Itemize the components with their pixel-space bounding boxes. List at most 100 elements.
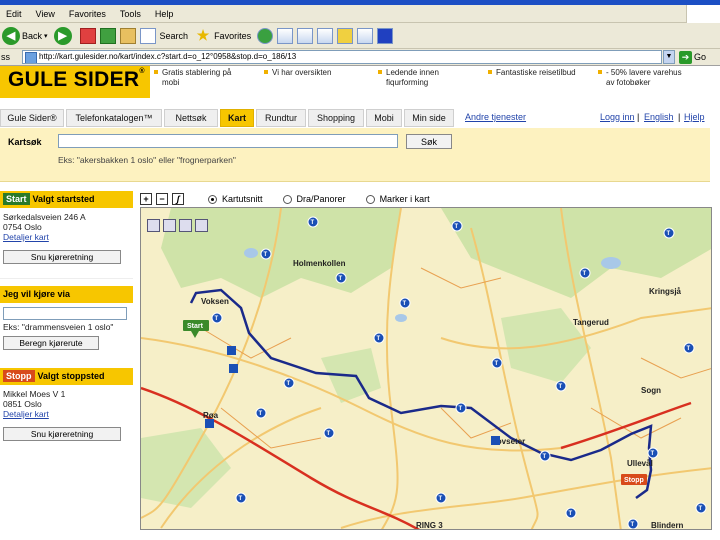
- metro-station-icon: T: [451, 220, 463, 232]
- nav-separator: |: [637, 112, 640, 122]
- menu-edit[interactable]: Edit: [6, 9, 22, 19]
- mail-icon[interactable]: [277, 27, 294, 44]
- menu-tools[interactable]: Tools: [120, 9, 141, 19]
- svg-text:T: T: [495, 361, 499, 367]
- tab-shopping[interactable]: Shopping: [308, 109, 364, 127]
- address-dropdown-icon[interactable]: ▼: [663, 50, 675, 64]
- svg-text:T: T: [239, 496, 243, 502]
- messenger-icon[interactable]: [357, 27, 374, 44]
- map-toolbar: [147, 219, 211, 232]
- place-roa: Røa: [203, 411, 219, 420]
- svg-text:T: T: [287, 381, 291, 387]
- discuss-icon[interactable]: [337, 27, 354, 44]
- place-sogn: Sogn: [641, 386, 661, 395]
- stop-details-link[interactable]: Detaljer kart: [3, 409, 130, 419]
- via-input[interactable]: [3, 307, 127, 320]
- back-arrow-icon: ◀: [2, 26, 20, 45]
- history-icon[interactable]: [257, 27, 274, 44]
- metro-station-icon: T: [565, 507, 577, 519]
- search-button[interactable]: Søk: [406, 134, 452, 149]
- zoom-in-button[interactable]: +: [140, 193, 152, 205]
- route-map[interactable]: RING 3 Holmenkollen Tangerud Kringsjå So…: [140, 207, 712, 530]
- stop-pin[interactable]: Stopp: [621, 474, 647, 485]
- menu-favorites[interactable]: Favorites: [69, 9, 106, 19]
- promo-4[interactable]: Fantastiske reisetilbud: [488, 68, 576, 78]
- english-link[interactable]: English: [644, 112, 674, 122]
- metro-station-icon: T: [579, 267, 591, 279]
- help-link[interactable]: Hjelp: [684, 112, 705, 122]
- refresh-icon[interactable]: [99, 27, 116, 44]
- building-icon: [229, 364, 238, 373]
- promo-1[interactable]: Gratis stablering på mobi: [153, 68, 231, 88]
- stop-reverse-button[interactable]: Snu kjøreretning: [3, 427, 121, 441]
- favorites-button[interactable]: ★ Favorites: [194, 27, 251, 45]
- menu-help[interactable]: Help: [155, 9, 174, 19]
- start-panel: Start Valgt startsted Sørkedalsveien 246 …: [0, 191, 133, 279]
- go-arrow-icon: ➔: [679, 50, 692, 64]
- svg-text:T: T: [259, 411, 263, 417]
- metro-station-icon: T: [373, 332, 385, 344]
- tab-rundtur[interactable]: Rundtur: [256, 109, 306, 127]
- login-link[interactable]: Logg inn: [600, 112, 635, 122]
- start-badge: Start: [3, 193, 30, 205]
- radio-marker-i-kart[interactable]: [365, 194, 375, 204]
- svg-text:Stopp: Stopp: [624, 477, 644, 484]
- promo-3[interactable]: Ledende innen fiqurforming: [378, 68, 439, 88]
- promo-2[interactable]: Vi har oversikten: [263, 68, 331, 78]
- radio-dra-panorer[interactable]: [282, 194, 292, 204]
- main-nav: Gule Sider® Telefonkatalogen™ Nettsøk Ka…: [0, 109, 720, 129]
- forward-arrow-icon: ▶: [53, 26, 72, 45]
- tab-telefonkatalogen[interactable]: Telefonkatalogen™: [66, 109, 162, 127]
- metro-station-icon: T: [255, 407, 267, 419]
- stop-address: Mikkel Moes V 1 0851 Oslo Detaljer kart: [0, 385, 133, 423]
- search-icon: [139, 27, 156, 44]
- metro-station-icon: T: [627, 518, 639, 529]
- start-address: Sørkedalsveien 246 A 0754 Oslo Detaljer …: [0, 208, 133, 246]
- edit-icon[interactable]: [317, 27, 334, 44]
- copy-icon[interactable]: [195, 219, 208, 232]
- forward-button[interactable]: ▶: [53, 26, 74, 45]
- back-button[interactable]: ◀ Back ▾: [2, 26, 48, 45]
- lake: [395, 314, 407, 322]
- save-icon[interactable]: [147, 219, 160, 232]
- svg-text:T: T: [631, 522, 635, 528]
- svg-text:T: T: [377, 336, 381, 342]
- go-button[interactable]: ➔ Go: [679, 50, 706, 64]
- gulesider-logo[interactable]: GULE SIDER®: [0, 66, 150, 98]
- hand-tool-icon[interactable]: ʃ: [172, 193, 184, 205]
- radio-kartutsnitt[interactable]: [208, 194, 217, 204]
- dropdown-icon: ▾: [44, 32, 48, 40]
- metro-station-icon: T: [663, 227, 675, 239]
- print-icon[interactable]: [163, 219, 176, 232]
- svg-text:T: T: [569, 511, 573, 517]
- tab-mobi[interactable]: Mobi: [366, 109, 402, 127]
- start-reverse-button[interactable]: Snu kjøreretning: [3, 250, 121, 264]
- home-icon[interactable]: [119, 27, 136, 44]
- address-input[interactable]: http://kart.gulesider.no/kart/index.c?st…: [22, 50, 662, 64]
- tab-gulesider[interactable]: Gule Sider®: [0, 109, 64, 127]
- map-canvas[interactable]: RING 3 Holmenkollen Tangerud Kringsjå So…: [141, 208, 712, 530]
- lake: [601, 257, 621, 269]
- print-icon[interactable]: [297, 27, 314, 44]
- svg-text:Start: Start: [187, 323, 204, 330]
- zoom-out-button[interactable]: −: [156, 193, 168, 205]
- place-voksen: Voksen: [201, 297, 229, 306]
- search-button[interactable]: Search: [139, 27, 188, 44]
- svg-text:T: T: [687, 346, 691, 352]
- start-details-link[interactable]: Detaljer kart: [3, 232, 130, 242]
- tab-kart[interactable]: Kart: [220, 109, 254, 127]
- other-services-link[interactable]: Andre tjenester: [465, 112, 526, 122]
- svg-text:T: T: [651, 451, 655, 457]
- promo-5[interactable]: - 50% lavere varehus av fotobøker: [598, 68, 682, 88]
- tab-min-side[interactable]: Min side: [404, 109, 454, 127]
- metro-station-icon: T: [399, 297, 411, 309]
- via-example: Eks: "drammensveien 1 oslo": [3, 322, 114, 332]
- stop-icon[interactable]: [79, 27, 96, 44]
- calculate-route-button[interactable]: Beregn kjørerute: [3, 336, 99, 350]
- email-icon[interactable]: [179, 219, 192, 232]
- bluetooth-icon[interactable]: [377, 27, 394, 44]
- metro-station-icon: T: [435, 492, 447, 504]
- map-search-input[interactable]: [58, 134, 398, 148]
- tab-nettsok[interactable]: Nettsøk: [164, 109, 218, 127]
- menu-view[interactable]: View: [36, 9, 55, 19]
